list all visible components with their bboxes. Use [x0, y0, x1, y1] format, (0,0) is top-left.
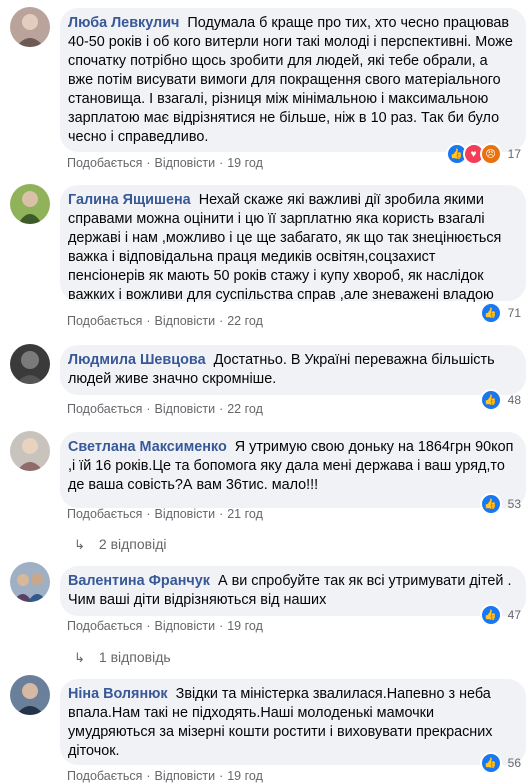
avatar[interactable] [10, 184, 50, 224]
reaction-summary[interactable]: 👍 ♥ 😠 17 [445, 143, 521, 165]
like-icon: 👍 [479, 389, 502, 411]
reply-arrow-icon: ↳ [74, 537, 85, 552]
angry-icon: 😠 [479, 143, 502, 165]
comment-actions: Подобається · Відповісти · 21 год [67, 507, 263, 521]
view-replies-link[interactable]: ↳ 2 відповіді [74, 536, 167, 553]
reaction-summary[interactable]: 👍 47 [479, 604, 521, 626]
comment-bubble: Галина Ящишена Нехай скаже які важливі д… [60, 185, 526, 303]
reply-button[interactable]: Відповісти [155, 619, 216, 633]
view-replies-link[interactable]: ↳ 1 відповідь [74, 649, 171, 666]
comment-author[interactable]: Ніна Волянюк [68, 686, 168, 702]
like-button[interactable]: Подобається [67, 402, 142, 416]
comment-actions: Подобається · Відповісти · 22 год [67, 314, 263, 328]
reply-button[interactable]: Відповісти [155, 769, 216, 783]
avatar[interactable] [10, 344, 50, 384]
comment-bubble: Светлана Максименко Я утримую свою доньк… [60, 432, 526, 508]
comment-bubble: Ніна Волянюк Звідки та міністерка звалил… [60, 679, 526, 765]
reaction-count: 17 [507, 147, 521, 161]
comment-time[interactable]: 22 год [227, 402, 263, 416]
comment-author[interactable]: Галина Ящишена [68, 192, 191, 208]
replies-count[interactable]: 2 відповіді [99, 536, 167, 552]
like-icon: 👍 [479, 752, 502, 774]
reply-button[interactable]: Відповісти [155, 156, 216, 170]
reply-button[interactable]: Відповісти [155, 402, 216, 416]
replies-count[interactable]: 1 відповідь [99, 649, 171, 665]
comment-bubble: Людмила Шевцова Достатньо. В Україні пер… [60, 345, 526, 395]
reply-button[interactable]: Відповісти [155, 507, 216, 521]
comment-author[interactable]: Люба Левкулич [68, 15, 179, 31]
like-button[interactable]: Подобається [67, 619, 142, 633]
like-button[interactable]: Подобається [67, 156, 142, 170]
reaction-count: 48 [507, 393, 521, 407]
like-icon: 👍 [479, 302, 502, 324]
comment-author[interactable]: Валентина Франчук [68, 573, 210, 589]
reaction-summary[interactable]: 👍 53 [479, 493, 521, 515]
comment-time[interactable]: 19 год [227, 619, 263, 633]
reaction-summary[interactable]: 👍 48 [479, 389, 521, 411]
reaction-count: 53 [507, 497, 521, 511]
comment-author[interactable]: Светлана Максименко [68, 439, 227, 455]
reaction-summary[interactable]: 👍 71 [479, 302, 521, 324]
reply-arrow-icon: ↳ [74, 650, 85, 665]
comment-time[interactable]: 22 год [227, 314, 263, 328]
comment-actions: Подобається · Відповісти · 19 год [67, 769, 263, 783]
reaction-count: 56 [507, 756, 521, 770]
comment-time[interactable]: 21 год [227, 507, 263, 521]
comment-time[interactable]: 19 год [227, 156, 263, 170]
comment-author[interactable]: Людмила Шевцова [68, 352, 206, 368]
avatar[interactable] [10, 562, 50, 602]
avatar[interactable] [10, 675, 50, 715]
avatar[interactable] [10, 7, 50, 47]
like-button[interactable]: Подобається [67, 314, 142, 328]
comment-actions: Подобається · Відповісти · 19 год [67, 156, 263, 170]
comment-text: Нехай скаже які важливі дії зробила яким… [68, 192, 502, 303]
like-button[interactable]: Подобається [67, 769, 142, 783]
reply-button[interactable]: Відповісти [155, 314, 216, 328]
comment-actions: Подобається · Відповісти · 22 год [67, 402, 263, 416]
reaction-count: 71 [507, 306, 521, 320]
comment-actions: Подобається · Відповісти · 19 год [67, 619, 263, 633]
reaction-count: 47 [507, 608, 521, 622]
comment-bubble: Люба Левкулич Подумала б краще про тих, … [60, 8, 526, 152]
comment-time[interactable]: 19 год [227, 769, 263, 783]
avatar[interactable] [10, 431, 50, 471]
reaction-summary[interactable]: 👍 56 [479, 752, 521, 774]
like-button[interactable]: Подобається [67, 507, 142, 521]
like-icon: 👍 [479, 493, 502, 515]
comment-bubble: Валентина Франчук А ви спробуйте так як … [60, 566, 526, 616]
comment-text: Подумала б краще про тих, хто чесно прац… [68, 15, 513, 145]
like-icon: 👍 [479, 604, 502, 626]
